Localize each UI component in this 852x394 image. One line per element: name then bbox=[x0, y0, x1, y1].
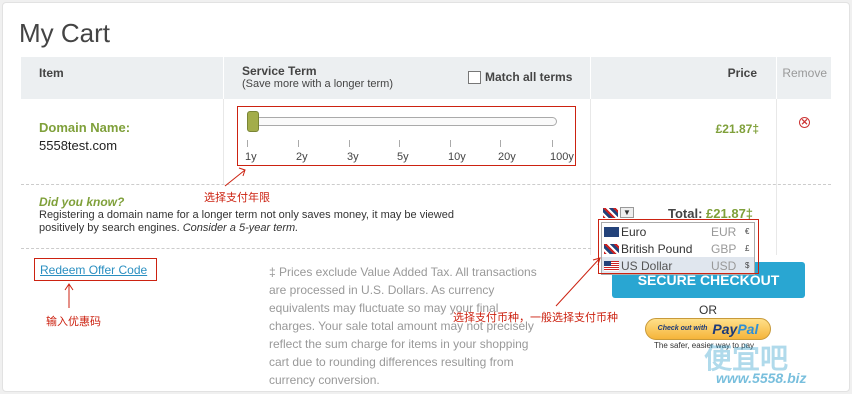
currency-arrow bbox=[555, 257, 601, 307]
term-arrow bbox=[224, 169, 246, 187]
annotation-arrows bbox=[64, 167, 601, 308]
